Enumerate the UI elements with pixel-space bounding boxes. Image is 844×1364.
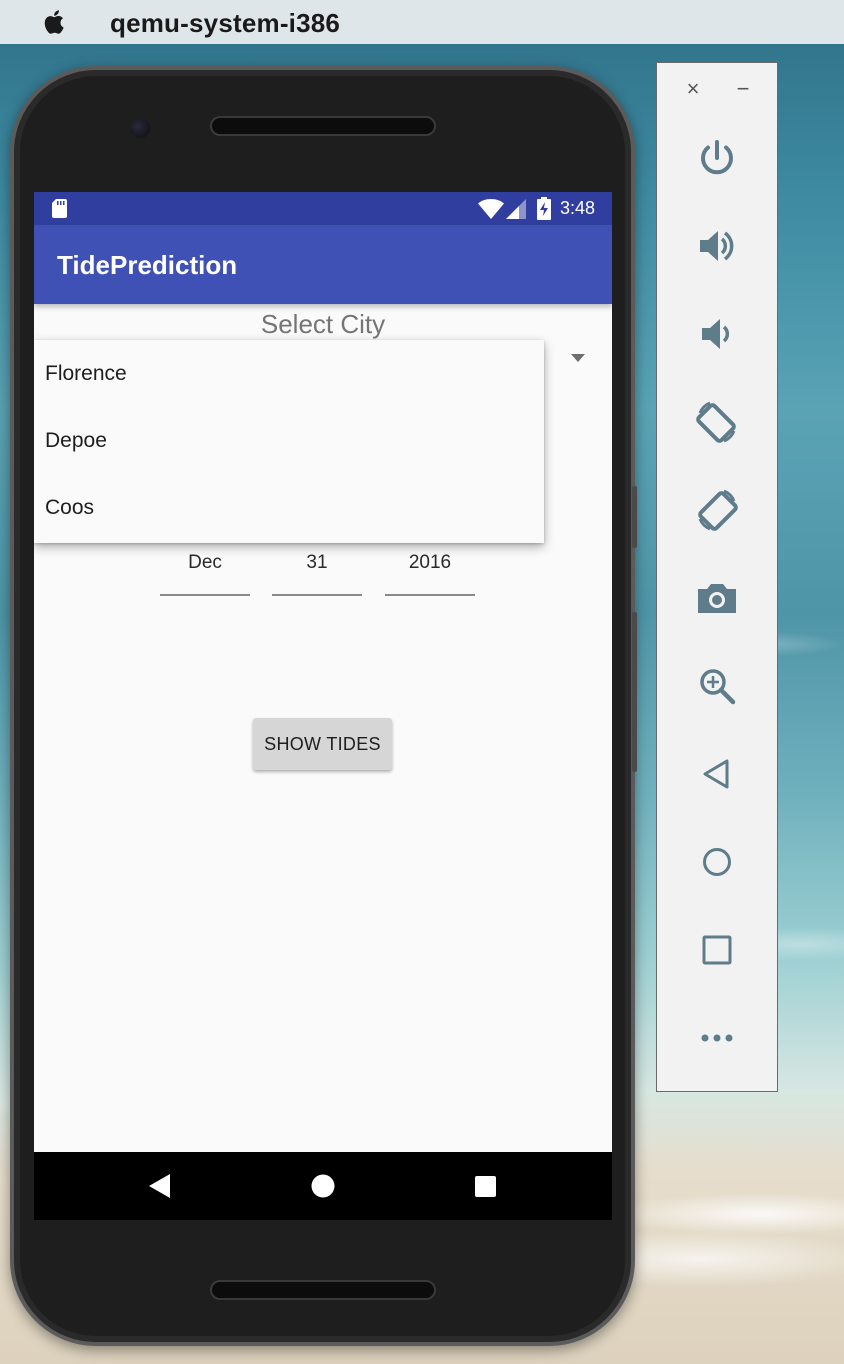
dropdown-option-florence[interactable]: Florence — [34, 340, 544, 407]
top-speaker — [210, 116, 436, 136]
device-screen: 3:48 TidePrediction Select City Dec 31 2… — [34, 192, 612, 1220]
city-dropdown: Florence Depoe Coos — [34, 340, 544, 543]
status-clock: 3:48 — [560, 198, 596, 218]
volume-down-icon[interactable] — [694, 311, 740, 357]
back-icon[interactable] — [694, 751, 740, 797]
emulator-toolbar: × − — [656, 62, 778, 1092]
home-icon[interactable] — [311, 1174, 335, 1198]
app-title: TidePrediction — [57, 250, 238, 280]
back-icon[interactable] — [148, 1173, 172, 1199]
apple-icon[interactable] — [40, 7, 70, 37]
month-field[interactable]: Dec — [160, 548, 250, 596]
side-button — [632, 486, 637, 548]
camera-icon[interactable] — [694, 575, 740, 621]
close-icon[interactable]: × — [683, 77, 703, 101]
recents-icon[interactable] — [475, 1176, 496, 1197]
overview-icon[interactable] — [694, 927, 740, 973]
more-icon[interactable] — [694, 1015, 740, 1061]
app-menu-title[interactable]: qemu-system-i386 — [110, 8, 340, 39]
home-icon[interactable] — [694, 839, 740, 885]
volume-up-icon[interactable] — [694, 223, 740, 269]
signal-icon — [506, 199, 526, 219]
rotate-right-icon[interactable] — [694, 487, 740, 533]
chevron-down-icon[interactable] — [570, 353, 586, 363]
select-city-label: Select City — [260, 309, 386, 339]
app-bar: TidePrediction — [34, 225, 612, 304]
day-field[interactable]: 31 — [272, 548, 362, 596]
status-bar: 3:48 — [34, 192, 612, 225]
front-camera — [130, 118, 150, 138]
wifi-icon — [478, 199, 504, 219]
side-button — [632, 612, 637, 772]
dropdown-option-depoe[interactable]: Depoe — [34, 407, 544, 474]
show-tides-button[interactable]: SHOW TIDES — [253, 718, 392, 770]
sd-card-icon — [52, 199, 67, 218]
dropdown-option-coos[interactable]: Coos — [34, 474, 544, 541]
navigation-bar — [34, 1152, 612, 1220]
power-icon[interactable] — [694, 136, 740, 182]
zoom-icon[interactable] — [694, 663, 740, 709]
year-field[interactable]: 2016 — [385, 548, 475, 596]
mac-menu-bar: qemu-system-i386 — [0, 0, 844, 44]
bottom-speaker — [210, 1280, 436, 1300]
battery-charging-icon — [537, 197, 551, 220]
rotate-left-icon[interactable] — [694, 399, 740, 445]
minimize-icon[interactable]: − — [733, 77, 753, 101]
